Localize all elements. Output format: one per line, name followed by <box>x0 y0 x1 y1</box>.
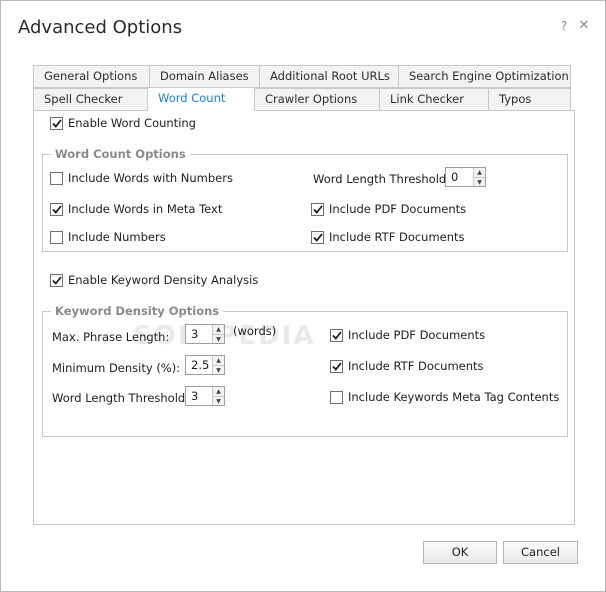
arrow-up-icon[interactable]: ▲ <box>474 168 485 177</box>
checkbox-box <box>50 116 63 130</box>
arrow-up-icon[interactable]: ▲ <box>213 325 224 334</box>
minimum-density-label: Minimum Density (%): <box>52 361 181 375</box>
checkbox-box <box>50 230 63 244</box>
kd-word-length-threshold-label: Word Length Threshold: <box>52 391 190 405</box>
kd-include-pdf-documents-label: Include PDF Documents <box>348 328 486 342</box>
arrow-up-icon[interactable]: ▲ <box>213 387 224 396</box>
max-phrase-length-value[interactable]: 3 <box>186 325 212 343</box>
checkbox-box <box>311 230 324 244</box>
word-count-options-legend: Word Count Options <box>51 147 190 161</box>
arrow-down-icon[interactable]: ▼ <box>213 396 224 406</box>
checkbox-box <box>311 202 324 216</box>
arrow-down-icon[interactable]: ▼ <box>213 334 224 344</box>
checkmark-icon <box>51 118 62 128</box>
kd-word-length-threshold-value[interactable]: 3 <box>186 387 212 405</box>
checkmark-icon <box>312 232 323 242</box>
word-length-threshold-stepper[interactable]: 0 ▲ ▼ <box>445 167 486 187</box>
max-phrase-length-label: Max. Phrase Length: <box>52 330 170 344</box>
checkbox-box <box>330 390 343 404</box>
checkmark-icon <box>331 330 342 340</box>
cancel-button[interactable]: Cancel <box>503 541 578 564</box>
tab-crawler-options[interactable]: Crawler Options <box>254 88 380 111</box>
arrow-down-icon[interactable]: ▼ <box>213 365 224 375</box>
max-phrase-unit-label: (words) <box>233 324 277 338</box>
kd-include-pdf-documents-checkbox[interactable]: Include PDF Documents <box>330 328 485 342</box>
include-words-with-numbers-label: Include Words with Numbers <box>68 171 233 185</box>
tab-typos[interactable]: Typos <box>488 88 571 111</box>
include-keywords-meta-tag-label: Include Keywords Meta Tag Contents <box>348 390 560 404</box>
checkmark-icon <box>51 275 62 285</box>
dialog-title: Advanced Options <box>18 17 183 38</box>
include-rtf-documents-label: Include RTF Documents <box>329 230 465 244</box>
enable-keyword-density-label: Enable Keyword Density Analysis <box>68 273 259 287</box>
enable-keyword-density-checkbox[interactable]: Enable Keyword Density Analysis <box>50 273 258 287</box>
include-pdf-documents-label: Include PDF Documents <box>329 202 467 216</box>
enable-word-counting-label: Enable Word Counting <box>68 116 196 130</box>
kd-include-rtf-documents-label: Include RTF Documents <box>348 359 484 373</box>
advanced-options-dialog: Advanced Options ? ✕ General Options Dom… <box>0 0 606 592</box>
keyword-density-options-legend: Keyword Density Options <box>51 304 224 318</box>
kd-word-length-threshold-stepper[interactable]: 3 ▲ ▼ <box>185 386 225 406</box>
tab-spell-checker[interactable]: Spell Checker <box>33 88 148 111</box>
include-pdf-documents-checkbox[interactable]: Include PDF Documents <box>311 202 466 216</box>
stepper-arrows[interactable]: ▲ ▼ <box>212 325 224 343</box>
checkbox-box <box>330 359 343 373</box>
checkmark-icon <box>331 361 342 371</box>
include-keywords-meta-tag-checkbox[interactable]: Include Keywords Meta Tag Contents <box>330 390 559 404</box>
include-words-meta-text-checkbox[interactable]: Include Words in Meta Text <box>50 202 222 216</box>
tab-general-options[interactable]: General Options <box>33 65 150 88</box>
tab-domain-aliases[interactable]: Domain Aliases <box>149 65 260 88</box>
word-length-threshold-value[interactable]: 0 <box>446 168 473 186</box>
minimum-density-stepper[interactable]: 2.5 ▲ ▼ <box>185 355 225 375</box>
checkbox-box <box>330 328 343 342</box>
include-words-with-numbers-checkbox[interactable]: Include Words with Numbers <box>50 171 233 185</box>
arrow-up-icon[interactable]: ▲ <box>213 356 224 365</box>
help-icon[interactable]: ? <box>557 19 571 33</box>
tab-additional-root-urls[interactable]: Additional Root URLs <box>259 65 399 88</box>
include-numbers-label: Include Numbers <box>68 230 166 244</box>
close-icon[interactable]: ✕ <box>577 19 591 33</box>
max-phrase-length-stepper[interactable]: 3 ▲ ▼ <box>185 324 225 344</box>
checkbox-box <box>50 273 63 287</box>
minimum-density-value[interactable]: 2.5 <box>186 356 212 374</box>
ok-button[interactable]: OK <box>423 541 497 564</box>
checkmark-icon <box>51 204 62 214</box>
enable-word-counting-checkbox[interactable]: Enable Word Counting <box>50 116 196 130</box>
include-words-meta-text-label: Include Words in Meta Text <box>68 202 223 216</box>
tab-word-count[interactable]: Word Count <box>147 87 255 111</box>
include-rtf-documents-checkbox[interactable]: Include RTF Documents <box>311 230 465 244</box>
checkbox-box <box>50 171 63 185</box>
arrow-down-icon[interactable]: ▼ <box>474 177 485 187</box>
checkmark-icon <box>312 204 323 214</box>
stepper-arrows[interactable]: ▲ ▼ <box>212 387 224 405</box>
tab-link-checker[interactable]: Link Checker <box>379 88 489 111</box>
stepper-arrows[interactable]: ▲ ▼ <box>212 356 224 374</box>
include-numbers-checkbox[interactable]: Include Numbers <box>50 230 166 244</box>
tab-search-engine-optimization[interactable]: Search Engine Optimization <box>398 65 571 88</box>
checkbox-box <box>50 202 63 216</box>
kd-include-rtf-documents-checkbox[interactable]: Include RTF Documents <box>330 359 484 373</box>
stepper-arrows[interactable]: ▲ ▼ <box>473 168 485 186</box>
word-length-threshold-label: Word Length Threshold: <box>313 172 451 186</box>
